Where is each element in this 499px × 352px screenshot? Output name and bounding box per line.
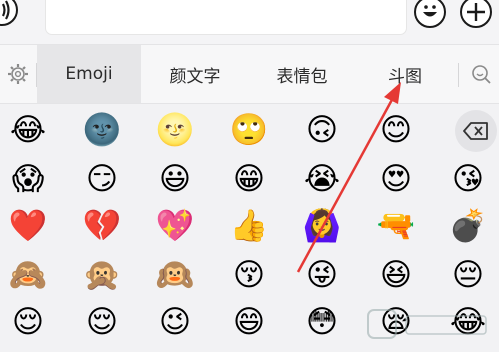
emoji-key[interactable]: 😜 [302,255,342,295]
emoji-key[interactable]: 😌 [8,302,48,342]
emoji-key[interactable]: 🙉 [155,255,195,295]
emoji-key[interactable]: 👍 [229,206,269,246]
emoji-key[interactable]: 🔫 [376,206,416,246]
emoji-button[interactable] [414,0,446,28]
emoji-key[interactable]: 😏 [82,159,122,199]
emoji-key[interactable]: 😆 [376,255,416,295]
emoji-key[interactable]: 🙃 [302,110,342,150]
emoji-key[interactable]: 😃 [155,159,195,199]
emoji-key[interactable]: 🙄 [229,110,269,150]
plus-button[interactable] [460,0,492,28]
emoji-key[interactable]: 🙈 [8,255,48,295]
emoji-key[interactable]: 😳 [302,302,342,342]
emoji-key[interactable]: 😊 [376,110,416,150]
watermark-logo [367,309,487,339]
emoji-key[interactable]: 😘 [448,159,488,199]
settings-tab[interactable] [0,45,36,103]
emoji-key[interactable]: 😂 [8,110,48,150]
emoji-key[interactable]: 💔 [82,206,122,246]
emoji-key[interactable]: 😭 [302,159,342,199]
voice-button[interactable] [0,0,18,26]
emoji-key[interactable]: 😔 [448,255,488,295]
emoji-key[interactable]: 🌝 [155,110,195,150]
emoji-key[interactable]: 🙊 [82,255,122,295]
emoji-key[interactable]: ❤️ [8,206,48,246]
delete-key[interactable] [455,110,497,152]
search-icon [471,65,491,84]
plus-icon [467,3,485,21]
emoji-key[interactable]: 💖 [155,206,195,246]
emoji-key[interactable]: 🌚 [82,110,122,150]
top-bar [0,0,499,44]
speaker-icon [1,0,10,20]
emoji-key[interactable]: 😌 [82,302,122,342]
emoji-key[interactable]: 🙆‍♀️ [302,206,342,246]
tab-divider [458,63,459,87]
emoji-key[interactable]: 💣 [448,206,488,246]
message-input[interactable] [46,0,406,34]
emoji-key[interactable]: 😍 [376,159,416,199]
tab-kaomoji[interactable]: 颜文字 [141,45,249,103]
gear-icon [8,64,28,84]
emoji-key[interactable]: 😄 [229,302,269,342]
emoji-key[interactable]: 😁 [229,159,269,199]
smiley-icon [423,5,437,17]
emoji-category-tabs: Emoji 颜文字 表情包 斗图 [0,44,499,104]
backspace-icon [463,122,488,140]
tab-doutu[interactable]: 斗图 [355,45,455,103]
tab-sticker-pack[interactable]: 表情包 [249,45,355,103]
search-tab[interactable] [462,45,499,103]
emoji-key[interactable]: 😉 [155,302,195,342]
emoji-key[interactable]: 😱 [8,159,48,199]
tab-emoji[interactable]: Emoji [37,45,141,103]
emoji-key[interactable]: 😚 [229,255,269,295]
